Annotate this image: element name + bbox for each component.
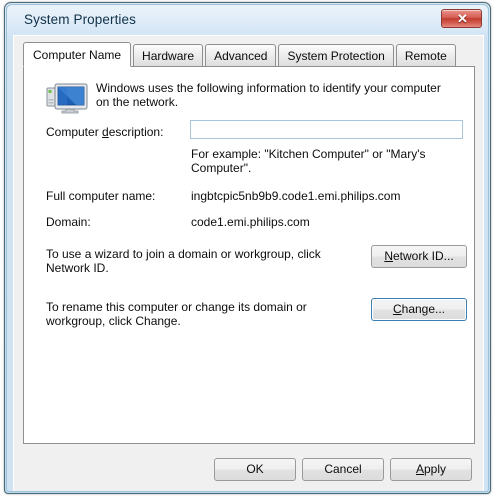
full-computer-name-label: Full computer name:: [46, 189, 156, 203]
tab-strip: Computer Name Hardware Advanced System P…: [23, 42, 458, 67]
apply-button[interactable]: Apply: [390, 458, 472, 481]
computer-description-label: Computer description:: [46, 125, 163, 139]
computer-icon: [46, 83, 88, 114]
tab-remote[interactable]: Remote: [395, 44, 456, 67]
full-computer-name-value: ingbtcpic5nb9b9.code1.emi.philips.com: [191, 189, 401, 203]
title-bar[interactable]: System Properties ✕: [7, 5, 488, 37]
domain-label: Domain:: [46, 215, 91, 229]
window-inner: System Properties ✕ Computer Name Hardwa…: [6, 4, 489, 492]
network-id-label: etwork ID...: [392, 249, 454, 263]
dialog-body: Computer Name Hardware Advanced System P…: [13, 35, 484, 491]
apply-label: pply: [424, 462, 447, 476]
change-label: hange...: [401, 302, 446, 316]
example-text: For example: "Kitchen Computer" or "Mary…: [191, 147, 426, 175]
ok-button[interactable]: OK: [214, 458, 296, 481]
network-id-accel: N: [384, 249, 393, 263]
change-description: To rename this computer or change its do…: [46, 300, 307, 328]
domain-value: code1.emi.philips.com: [191, 215, 310, 229]
tab-page-computer-name: Windows uses the following information t…: [23, 66, 475, 444]
desc-label-accel: d: [102, 125, 109, 139]
desc-label-pre: Computer: [46, 125, 103, 139]
desc-label-post: escription:: [108, 125, 164, 139]
tab-advanced[interactable]: Advanced: [205, 44, 277, 67]
apply-accel: A: [415, 462, 424, 476]
window-title: System Properties: [24, 12, 136, 27]
cancel-button[interactable]: Cancel: [302, 458, 384, 481]
network-id-button[interactable]: Network ID...: [371, 245, 467, 268]
footer-buttons: OK Cancel Apply: [14, 454, 485, 488]
network-id-description: To use a wizard to join a domain or work…: [46, 247, 321, 275]
change-accel: C: [392, 302, 402, 316]
tab-system-protection[interactable]: System Protection: [278, 44, 394, 67]
intro-text: Windows uses the following information t…: [96, 81, 441, 109]
close-icon: ✕: [457, 11, 468, 26]
close-button[interactable]: ✕: [441, 9, 482, 28]
tab-hardware[interactable]: Hardware: [133, 44, 204, 67]
computer-description-input[interactable]: [190, 120, 463, 139]
tab-computer-name[interactable]: Computer Name: [23, 42, 132, 67]
change-button[interactable]: Change...: [371, 298, 467, 321]
system-properties-window: System Properties ✕ Computer Name Hardwa…: [4, 2, 491, 494]
